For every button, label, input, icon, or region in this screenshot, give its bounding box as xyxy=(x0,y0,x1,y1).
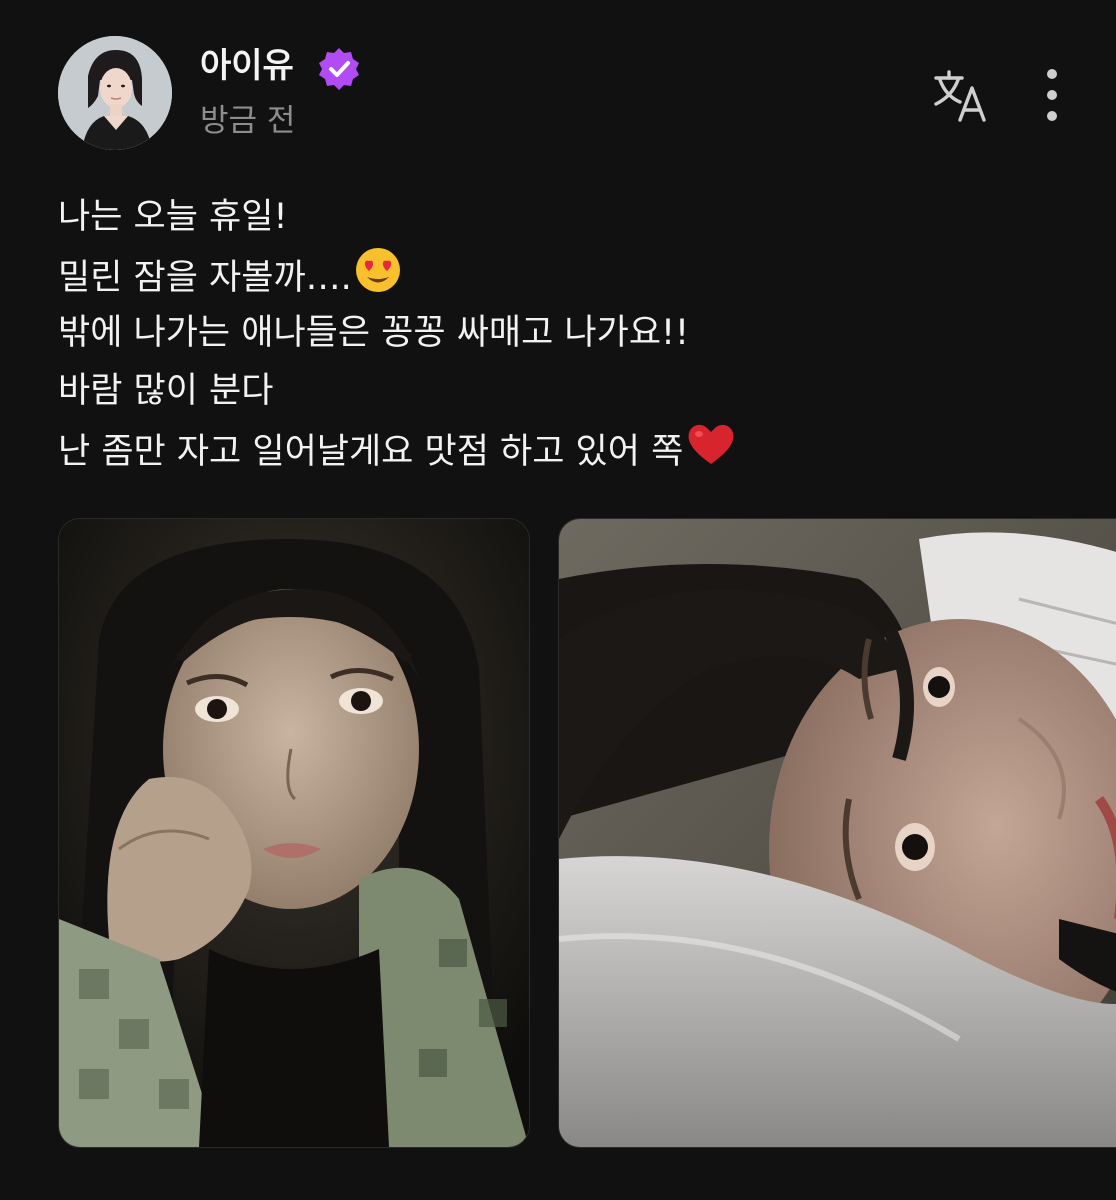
post-line: 나는 오늘 휴일! xyxy=(58,197,288,237)
post-line: 바람 많이 분다 xyxy=(58,371,274,411)
post-timestamp: 방금 전 xyxy=(200,103,296,139)
selfie-photo xyxy=(59,519,529,1147)
selfie-photo xyxy=(559,519,1116,1147)
post-line: 밖에 나가는 애나들은 꽁꽁 싸매고 나가요!! xyxy=(58,313,690,353)
heart-eyes-emoji-icon xyxy=(354,246,402,312)
author-avatar[interactable] xyxy=(58,36,172,150)
author-name[interactable]: 아이유 xyxy=(200,44,294,88)
post-header: 아이유 방금 전 xyxy=(58,36,1068,152)
translate-icon[interactable] xyxy=(928,64,992,128)
avatar-photo xyxy=(58,36,172,150)
more-vertical-icon[interactable] xyxy=(1026,66,1078,124)
post-line: 밀린 잠을 자볼까…. xyxy=(58,246,1058,304)
post-line: 난 좀만 자고 일어날게요 맛점 하고 있어 쪽 xyxy=(58,420,1058,478)
post-image-2[interactable] xyxy=(558,518,1116,1148)
red-heart-emoji-icon xyxy=(685,420,737,486)
post-body: 나는 오늘 휴일! 밀린 잠을 자볼까…. 밖에 나가는 애나들은 꽁꽁 싸매고… xyxy=(58,188,1058,478)
post-image-1[interactable] xyxy=(58,518,530,1148)
verified-badge-icon xyxy=(316,46,362,92)
